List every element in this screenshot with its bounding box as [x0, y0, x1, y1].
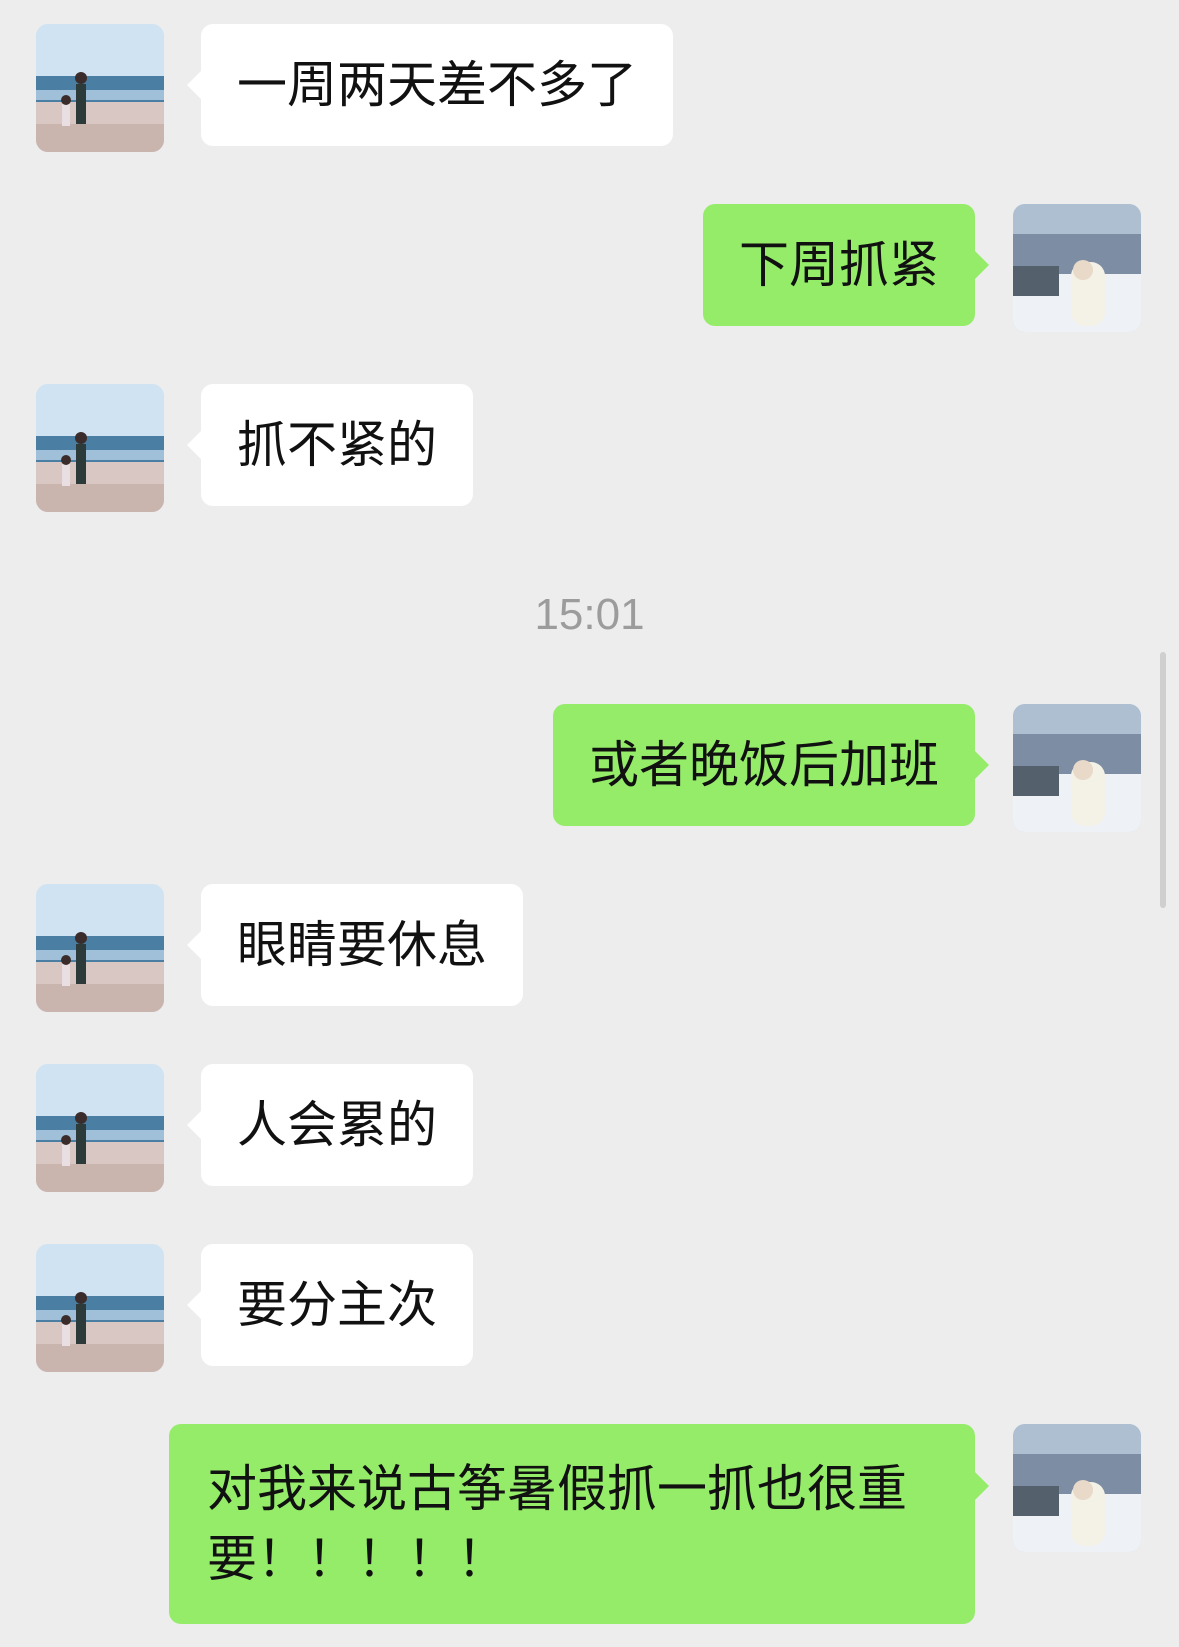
message-text: 对我来说古筝暑假抓一抓也很重要！！！！！ [207, 1460, 907, 1588]
message-bubble-outgoing[interactable]: 对我来说古筝暑假抓一抓也很重要！！！！！ [169, 1424, 989, 1624]
beach-walk-icon [36, 24, 164, 152]
message-bubble-incoming[interactable]: 人会累的 [187, 1064, 473, 1186]
self-avatar[interactable] [1013, 1424, 1141, 1552]
message-text: 人会累的 [237, 1096, 437, 1154]
snowy-landscape-icon [1013, 1424, 1141, 1552]
timestamp: 15:01 [534, 590, 645, 639]
chat-area: 一周两天差不多了 下周抓紧 抓不紧的 15:01 或者晚饭后加班 眼睛要休息 人… [0, 0, 1179, 1647]
self-avatar[interactable] [1013, 204, 1141, 332]
snowy-landscape-icon [1013, 704, 1141, 832]
beach-walk-icon [36, 884, 164, 1012]
self-avatar[interactable] [1013, 704, 1141, 832]
message-text: 下周抓紧 [739, 236, 939, 294]
message-bubble-outgoing[interactable]: 或者晚饭后加班 [553, 704, 989, 826]
contact-avatar[interactable] [36, 1244, 164, 1372]
message-text: 抓不紧的 [237, 416, 437, 474]
message-text: 眼睛要休息 [237, 916, 487, 974]
message-bubble-incoming[interactable]: 要分主次 [187, 1244, 473, 1366]
message-text: 要分主次 [237, 1276, 437, 1334]
contact-avatar[interactable] [36, 384, 164, 512]
beach-walk-icon [36, 384, 164, 512]
message-bubble-incoming[interactable]: 一周两天差不多了 [187, 24, 673, 146]
message-text: 一周两天差不多了 [237, 56, 637, 114]
message-text: 或者晚饭后加班 [589, 736, 939, 794]
message-bubble-outgoing[interactable]: 下周抓紧 [703, 204, 989, 326]
contact-avatar[interactable] [36, 884, 164, 1012]
scrollbar[interactable] [1160, 652, 1166, 908]
snowy-landscape-icon [1013, 204, 1141, 332]
contact-avatar[interactable] [36, 24, 164, 152]
beach-walk-icon [36, 1064, 164, 1192]
contact-avatar[interactable] [36, 1064, 164, 1192]
beach-walk-icon [36, 1244, 164, 1372]
message-bubble-incoming[interactable]: 抓不紧的 [187, 384, 473, 506]
message-bubble-incoming[interactable]: 眼睛要休息 [187, 884, 523, 1006]
